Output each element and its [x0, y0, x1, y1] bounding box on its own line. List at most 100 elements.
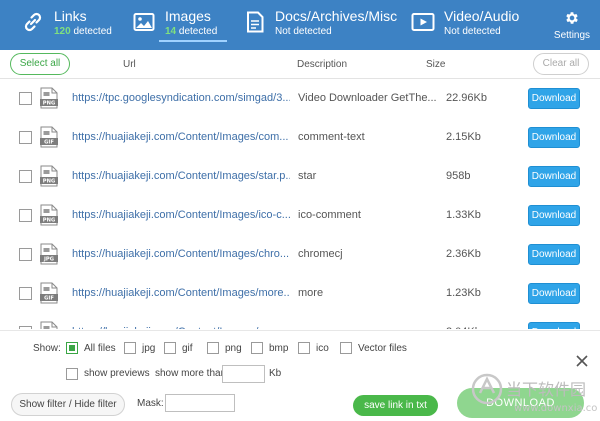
- svg-text:PNG: PNG: [43, 218, 55, 224]
- row-checkbox[interactable]: [19, 170, 32, 183]
- filter-ico-checkbox[interactable]: [298, 342, 310, 354]
- tab-docs-count: Not detected: [275, 26, 332, 37]
- svg-text:JPG: JPG: [43, 257, 54, 263]
- download-button[interactable]: Download: [528, 88, 580, 109]
- filter-all-files-label: All files: [84, 343, 116, 354]
- file-size: 1.33Kb: [446, 209, 481, 221]
- settings-button[interactable]: Settings: [552, 10, 592, 41]
- svg-text:GIF: GIF: [44, 140, 54, 146]
- active-tab-underline: [159, 40, 227, 42]
- column-header-size: Size: [426, 59, 446, 70]
- file-size: 2.04Kb: [446, 326, 481, 329]
- svg-text:GIF: GIF: [44, 296, 54, 302]
- filter-png-checkbox[interactable]: [207, 342, 219, 354]
- svg-text:PNG: PNG: [43, 179, 55, 185]
- table-row: PNG https://tpc.googlesyndication.com/sim…: [0, 80, 600, 119]
- file-url-link[interactable]: https://tpc.googlesyndication.com/simgad…: [72, 92, 290, 104]
- file-size: 22.96Kb: [446, 92, 487, 104]
- file-type-icon: PNG: [40, 165, 58, 187]
- close-icon[interactable]: [574, 353, 590, 369]
- table-row: GIF https://huajiakeji.com/Content/Images…: [0, 275, 600, 314]
- show-previews-checkbox[interactable]: [66, 368, 78, 380]
- filter-vector-checkbox[interactable]: [340, 342, 352, 354]
- file-description: Video Downloader GetThe...: [298, 92, 436, 104]
- file-type-icon: JPG: [40, 243, 58, 265]
- row-checkbox[interactable]: [19, 326, 32, 329]
- table-row: JPG https://huajiakeji.com/Content/Images…: [0, 236, 600, 275]
- mask-input[interactable]: [165, 394, 235, 412]
- tab-video-count: Not detected: [444, 26, 501, 37]
- row-checkbox[interactable]: [19, 209, 32, 222]
- filter-gif-label: gif: [182, 343, 193, 354]
- filter-jpg-checkbox[interactable]: [124, 342, 136, 354]
- tab-images[interactable]: Images 14 detected: [131, 0, 231, 50]
- file-type-icon: GIF: [40, 126, 58, 148]
- download-button[interactable]: Download: [528, 166, 580, 187]
- file-description: comment-text: [298, 131, 365, 143]
- link-icon: [20, 9, 46, 35]
- filter-bmp-checkbox[interactable]: [251, 342, 263, 354]
- clear-all-button[interactable]: Clear all: [533, 53, 589, 75]
- file-type-icon: PNG: [40, 87, 58, 109]
- tab-links-count: 120 detected: [54, 26, 112, 37]
- mask-label: Mask:: [137, 398, 164, 409]
- filter-all-files-checkbox[interactable]: [66, 342, 78, 354]
- table-row: PNG https://huajiakeji.com/Content/Images…: [0, 197, 600, 236]
- download-button[interactable]: Download: [528, 127, 580, 148]
- image-icon: [131, 9, 157, 35]
- file-description: star: [298, 170, 317, 182]
- file-url-link[interactable]: https://huajiakeji.com/Content/Images/ic…: [72, 209, 290, 221]
- row-checkbox[interactable]: [19, 131, 32, 144]
- gear-icon: [564, 12, 580, 29]
- column-header-url: Url: [123, 59, 136, 70]
- filter-panel: Show: All files jpg gif png bmp ico Vect…: [0, 330, 600, 421]
- row-checkbox[interactable]: [19, 92, 32, 105]
- download-all-button[interactable]: DOWNLOAD: [457, 388, 584, 418]
- row-checkbox[interactable]: [19, 248, 32, 261]
- kb-unit-label: Kb: [269, 368, 282, 379]
- select-all-button[interactable]: Select all: [10, 53, 70, 75]
- download-button[interactable]: Download: [528, 283, 580, 304]
- filter-png-label: png: [225, 343, 242, 354]
- file-description: chromecj: [298, 248, 343, 260]
- table-row: PNG https://huajiakeji.com/Content/Images…: [0, 314, 600, 329]
- file-size: 2.36Kb: [446, 248, 481, 260]
- table-header: Select all Url Description Size Clear al…: [0, 50, 600, 79]
- file-description: ...: [298, 326, 436, 329]
- filter-gif-checkbox[interactable]: [164, 342, 176, 354]
- settings-label: Settings: [553, 30, 591, 41]
- save-link-txt-button[interactable]: save link in txt: [353, 395, 438, 416]
- download-button[interactable]: Download: [528, 205, 580, 226]
- tab-links-title: Links: [54, 8, 87, 24]
- file-url-link[interactable]: https://huajiakeji.com/Content/Images/co…: [72, 131, 290, 143]
- file-url-link[interactable]: https://huajiakeji.com/Content/Images/mo…: [72, 287, 290, 299]
- svg-text:PNG: PNG: [43, 101, 55, 107]
- show-hide-filter-button[interactable]: Show filter / Hide filter: [11, 393, 125, 416]
- document-icon: [243, 9, 267, 35]
- min-size-input[interactable]: [222, 365, 265, 383]
- download-button[interactable]: Download: [528, 322, 580, 329]
- show-previews-label: show previews: [84, 368, 150, 379]
- file-list: PNG https://tpc.googlesyndication.com/sim…: [0, 80, 600, 329]
- tab-docs[interactable]: Docs/Archives/Misc Not detected: [243, 0, 397, 50]
- tab-video-audio[interactable]: Video/Audio Not detected: [410, 0, 530, 50]
- file-size: 2.15Kb: [446, 131, 481, 143]
- file-description: ico-comment: [298, 209, 361, 221]
- file-type-icon: PNG: [40, 204, 58, 226]
- tab-docs-title: Docs/Archives/Misc: [275, 8, 398, 24]
- file-url-link[interactable]: https://huajiakeji.com/Content/Images/st…: [72, 170, 290, 182]
- tab-links[interactable]: Links 120 detected: [20, 0, 130, 50]
- category-tab-bar: Links 120 detected Images 14 detected Do…: [0, 0, 600, 50]
- download-button[interactable]: Download: [528, 244, 580, 265]
- file-url-link[interactable]: https://huajiakeji.com/Content/Images/xx…: [72, 326, 290, 329]
- row-checkbox[interactable]: [19, 287, 32, 300]
- video-icon: [410, 9, 436, 35]
- filter-bmp-label: bmp: [269, 343, 289, 354]
- file-description: more: [298, 287, 324, 299]
- filter-vector-label: Vector files: [358, 343, 407, 354]
- tab-images-count: 14 detected: [165, 26, 218, 37]
- show-label: Show:: [33, 343, 61, 354]
- table-row: GIF https://huajiakeji.com/Content/Images…: [0, 119, 600, 158]
- file-url-link[interactable]: https://huajiakeji.com/Content/Images/ch…: [72, 248, 290, 260]
- filter-ico-label: ico: [316, 343, 329, 354]
